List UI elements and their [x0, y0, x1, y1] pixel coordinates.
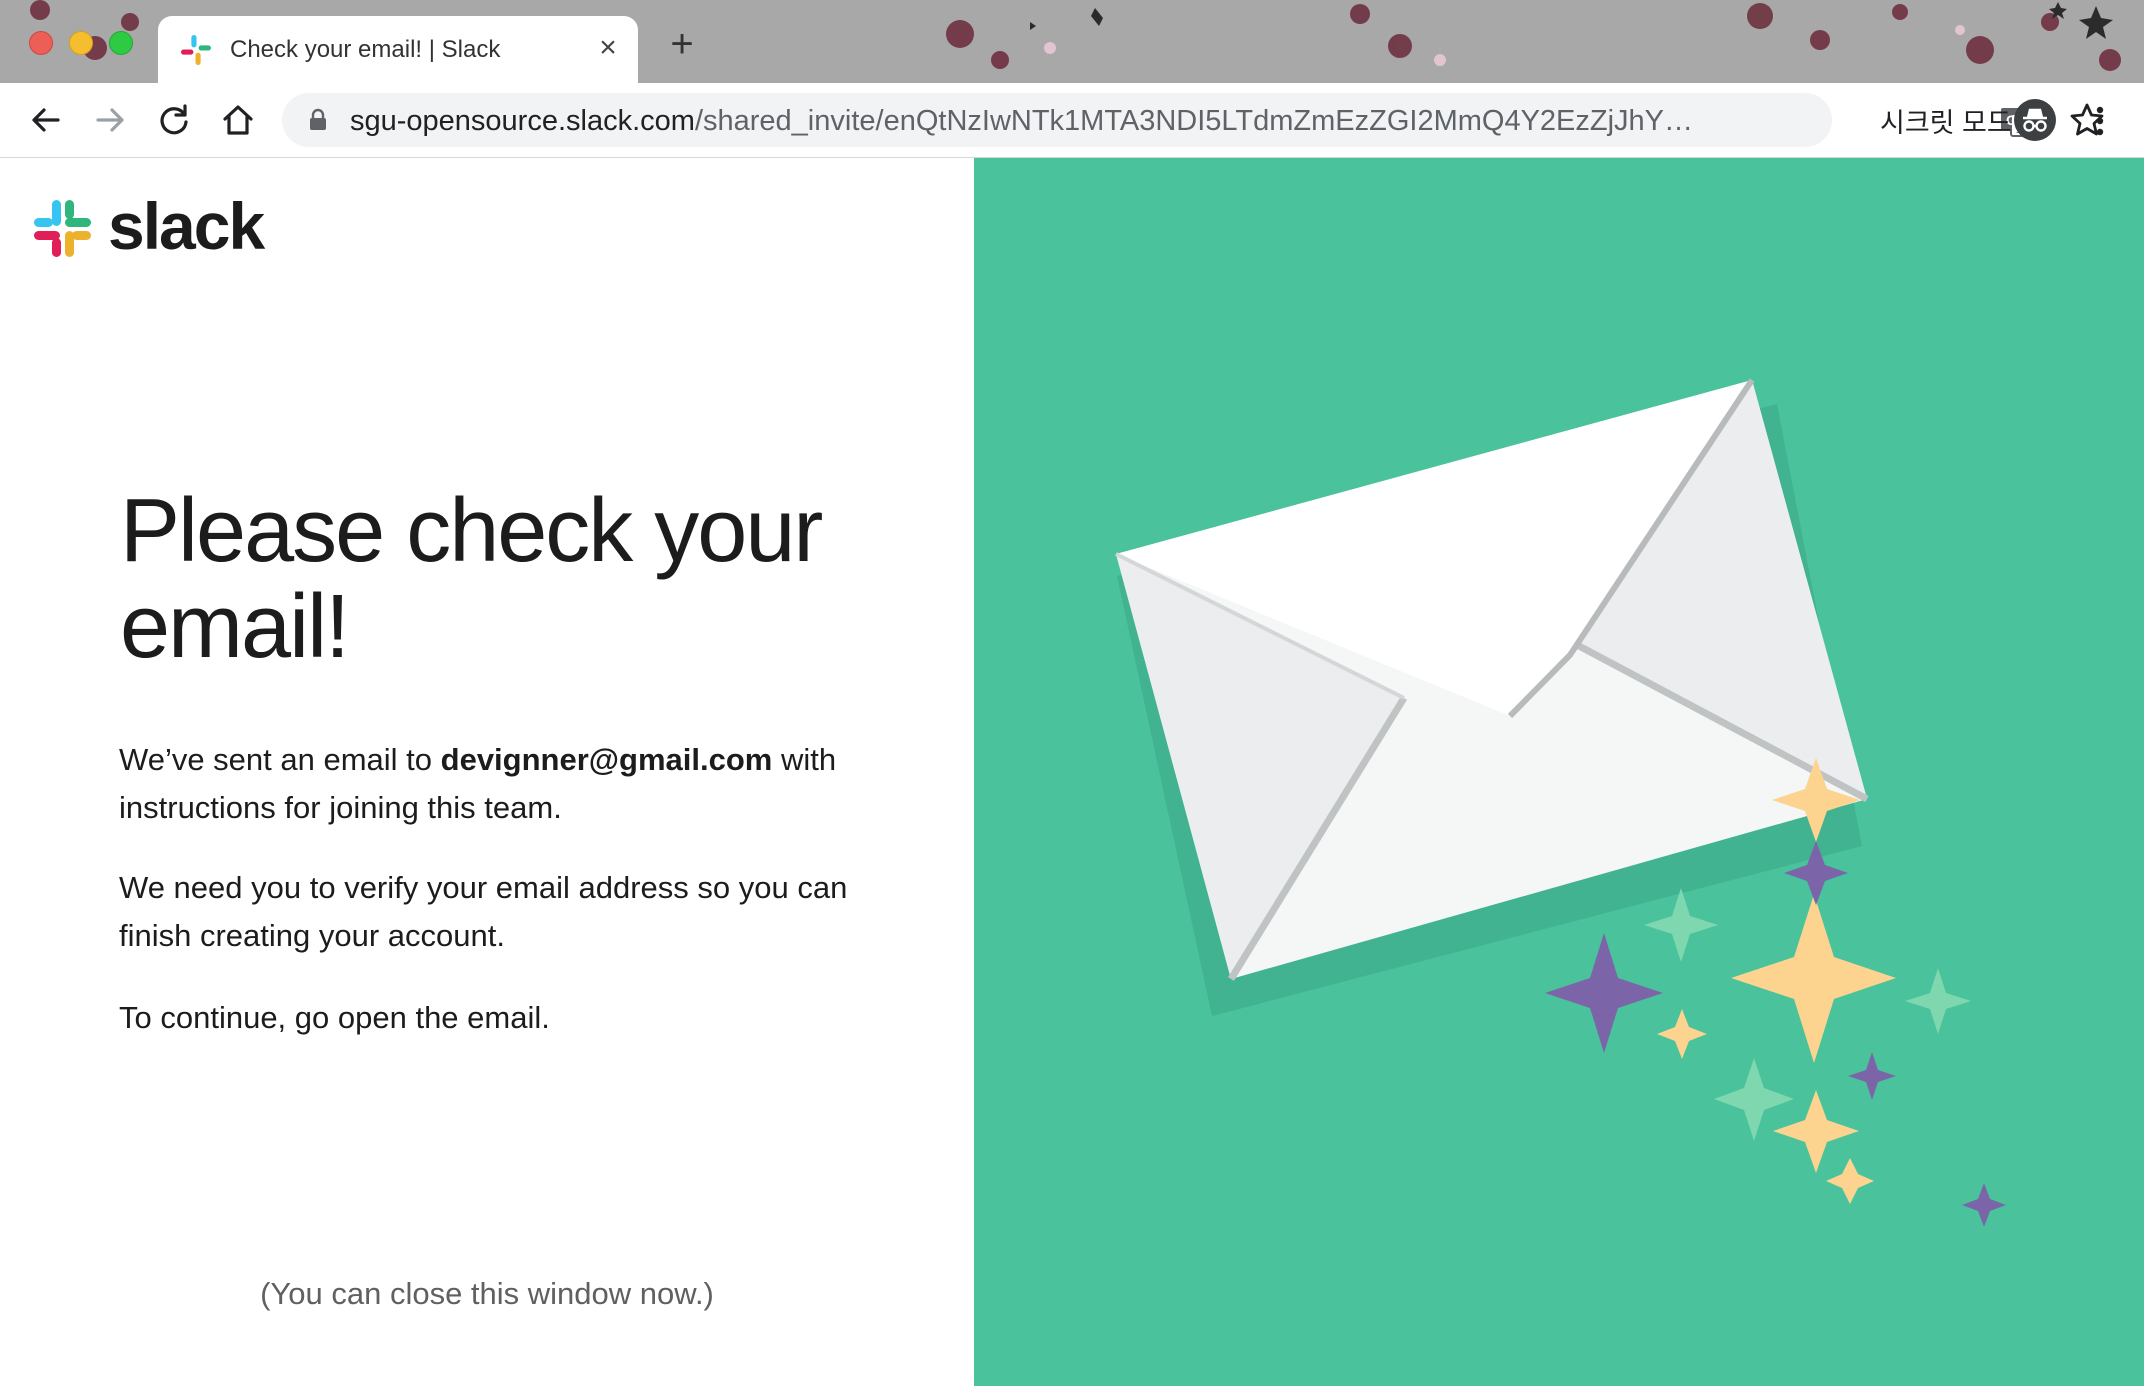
home-icon[interactable] [218, 100, 258, 140]
address-bar[interactable]: sgu-opensource.slack.com/shared_invite/e… [282, 93, 2104, 147]
window-zoom-button[interactable] [109, 31, 133, 55]
slack-mark-icon [34, 200, 91, 257]
verify-paragraph: We need you to verify your email address… [119, 870, 848, 953]
continue-paragraph: To continue, go open the email. [119, 1000, 550, 1035]
slack-logo[interactable]: slack [32, 189, 292, 264]
new-tab-button[interactable]: + [662, 24, 702, 64]
url-domain: sgu-opensource.slack.com [350, 105, 695, 137]
menu-dots-icon[interactable] [2090, 103, 2110, 139]
lock-icon[interactable] [306, 108, 330, 132]
url-path: /shared_invite/enQtNzIwNTk1MTA3NDI5LTdmZ… [694, 105, 1694, 137]
envelope-illustration [1115, 378, 2006, 1227]
window-close-button[interactable] [29, 31, 53, 55]
content-left-pane: slack Please check your email! We’ve sen… [0, 158, 974, 1386]
tab-close-icon[interactable]: × [590, 30, 626, 66]
sent-email-paragraph: We’ve sent an email to devignner@gmail.c… [119, 736, 879, 832]
recipient-email: devignner@gmail.com [440, 742, 773, 777]
window-minimize-button[interactable] [69, 31, 93, 55]
slack-wordmark: slack [108, 189, 265, 263]
browser-tab-strip: Check your email! | Slack × + [0, 0, 2144, 83]
tab-title: Check your email! | Slack [230, 36, 501, 63]
incognito-icon[interactable] [2014, 99, 2056, 141]
close-window-note: (You can close this window now.) [260, 1276, 714, 1311]
url-text: sgu-opensource.slack.com/shared_invite/e… [350, 105, 1693, 138]
back-arrow-icon[interactable] [26, 100, 66, 140]
reload-icon[interactable] [154, 100, 194, 140]
slack-favicon-icon [181, 35, 211, 65]
incognito-label[interactable]: 시크릿 모드 [1880, 101, 2012, 140]
page-title: Please check your email! [120, 481, 823, 677]
tab-active[interactable]: Check your email! | Slack × [158, 16, 638, 83]
browser-toolbar: sgu-opensource.slack.com/shared_invite/e… [0, 83, 2144, 158]
para1-before: We’ve sent an email to [119, 742, 441, 777]
forward-arrow-icon[interactable] [90, 100, 130, 140]
illustration-panel [974, 158, 2144, 1386]
